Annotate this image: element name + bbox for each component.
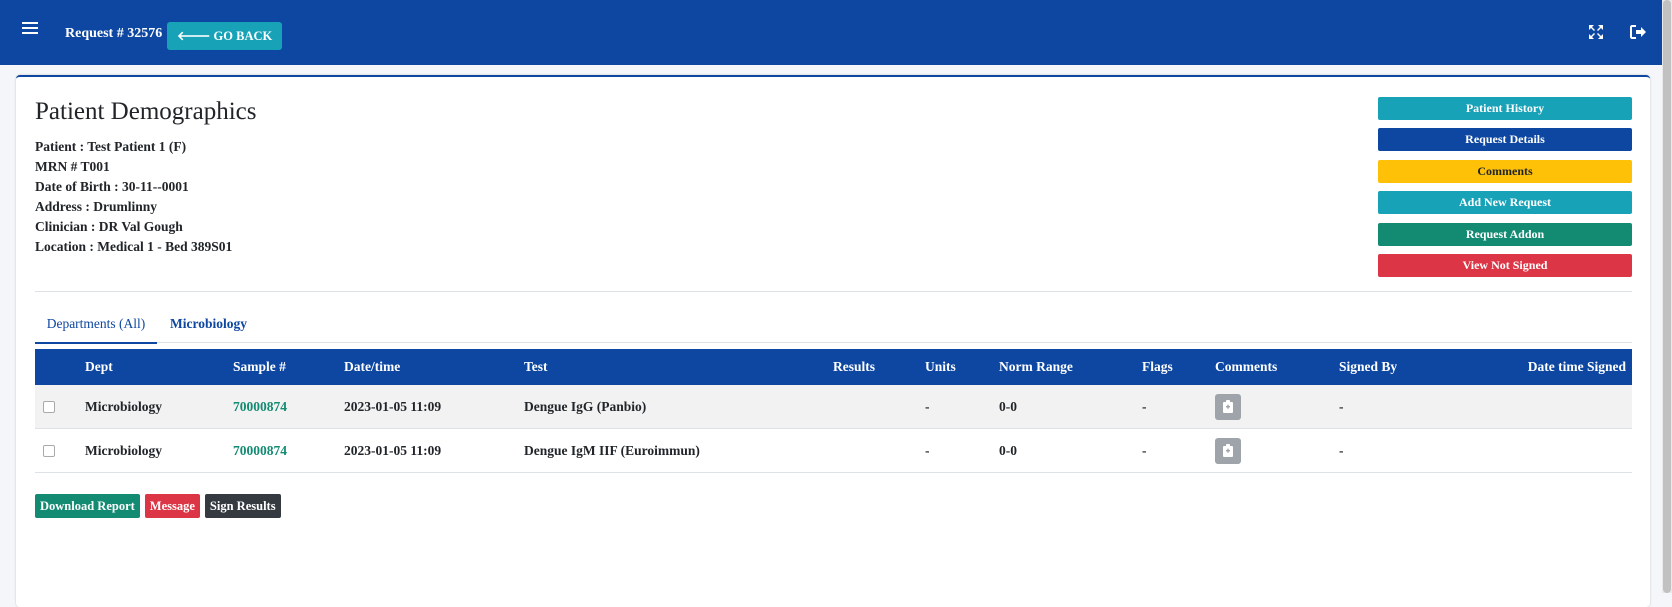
tab-departments-all[interactable]: Departments (All) xyxy=(35,310,157,344)
cell-norm-range: 0-0 xyxy=(999,428,1142,473)
clipboard-icon xyxy=(1223,443,1233,457)
add-new-request-button[interactable]: Add New Request xyxy=(1378,191,1632,215)
patient-demographics: Patient : Test Patient 1 (F) MRN # T001 … xyxy=(35,137,232,257)
header-norm-range: Norm Range xyxy=(999,349,1142,385)
header-sample: Sample # xyxy=(233,349,344,385)
comment-button[interactable] xyxy=(1215,393,1241,420)
cell-norm-range: 0-0 xyxy=(999,385,1142,429)
table-row: Microbiology 70000874 2023-01-05 11:09 D… xyxy=(35,428,1632,473)
row-checkbox[interactable] xyxy=(43,445,55,458)
scrollbar-thumb[interactable] xyxy=(1663,0,1671,593)
message-button[interactable]: Message xyxy=(144,494,200,518)
page-title: Patient Demographics xyxy=(35,98,257,125)
row-checkbox[interactable] xyxy=(43,401,55,414)
header-test: Test xyxy=(524,349,833,385)
top-navbar: Request # 32576 🡐 GO BACK xyxy=(0,0,1662,65)
cell-units: - xyxy=(925,385,999,429)
patient-history-button[interactable]: Patient History xyxy=(1378,97,1632,120)
hamburger-icon[interactable] xyxy=(22,22,38,36)
expand-icon[interactable] xyxy=(1589,25,1603,39)
cell-units: - xyxy=(925,428,999,473)
bottom-actions: Download Report Message Sign Results xyxy=(35,494,282,518)
sign-results-button[interactable]: Sign Results xyxy=(204,494,281,518)
patient-mrn: MRN # T001 xyxy=(35,159,110,174)
cell-test: Dengue IgG (Panbio) xyxy=(524,385,833,429)
table-header-row: Dept Sample # Date/time Test Results Uni… xyxy=(35,349,1632,385)
patient-address: Address : Drumlinny xyxy=(35,199,158,214)
patient-name: Patient : Test Patient 1 (F) xyxy=(35,139,187,154)
table-row: Microbiology 70000874 2023-01-05 11:09 D… xyxy=(35,385,1632,429)
patient-clinician: Clinician : DR Val Gough xyxy=(35,219,183,234)
results-table: Dept Sample # Date/time Test Results Uni… xyxy=(35,349,1632,473)
cell-signed-by: - xyxy=(1339,428,1458,473)
request-addon-button[interactable]: Request Addon xyxy=(1378,222,1632,246)
cell-datetime: 2023-01-05 11:09 xyxy=(344,428,524,473)
cell-results xyxy=(833,385,925,429)
header-units: Units xyxy=(925,349,999,385)
request-details-button[interactable]: Request Details xyxy=(1378,128,1632,152)
cell-dept: Microbiology xyxy=(85,385,233,429)
cell-date-time-signed xyxy=(1458,428,1632,473)
cell-test: Dengue IgM IIF (Euroimmun) xyxy=(524,428,833,473)
header-results: Results xyxy=(833,349,925,385)
cell-flags: - xyxy=(1142,385,1215,429)
divider xyxy=(35,291,1632,292)
header-select xyxy=(35,349,85,385)
request-title: Request # 32576 xyxy=(65,26,163,41)
clipboard-icon xyxy=(1223,399,1233,413)
go-back-label: GO BACK xyxy=(213,29,273,43)
header-date-time-signed: Date time Signed xyxy=(1458,349,1632,385)
sample-link[interactable]: 70000874 xyxy=(233,399,287,414)
comment-button[interactable] xyxy=(1215,437,1241,464)
comments-button[interactable]: Comments xyxy=(1378,159,1632,183)
arrow-left-icon: 🡐 xyxy=(177,29,211,43)
tab-microbiology[interactable]: Microbiology xyxy=(170,310,247,342)
cell-flags: - xyxy=(1142,428,1215,473)
sample-link[interactable]: 70000874 xyxy=(233,443,287,458)
header-signed-by: Signed By xyxy=(1339,349,1458,385)
cell-signed-by: - xyxy=(1339,385,1458,429)
header-dept: Dept xyxy=(85,349,233,385)
patient-location: Location : Medical 1 - Bed 389S01 xyxy=(35,239,233,254)
go-back-button[interactable]: 🡐 GO BACK xyxy=(167,22,283,50)
view-not-signed-button[interactable]: View Not Signed xyxy=(1378,253,1632,277)
cell-dept: Microbiology xyxy=(85,428,233,473)
action-buttons: Patient History Request Details Comments… xyxy=(1378,97,1632,285)
cell-date-time-signed xyxy=(1458,385,1632,429)
cell-results xyxy=(833,428,925,473)
patient-dob: Date of Birth : 30-11--0001 xyxy=(35,179,189,194)
department-tabs: Departments (All) Microbiology xyxy=(35,310,1632,344)
sign-out-icon[interactable] xyxy=(1630,25,1646,39)
cell-datetime: 2023-01-05 11:09 xyxy=(344,385,524,429)
header-flags: Flags xyxy=(1142,349,1215,385)
header-comments: Comments xyxy=(1215,349,1339,385)
header-datetime: Date/time xyxy=(344,349,524,385)
download-report-button[interactable]: Download Report xyxy=(35,494,140,518)
